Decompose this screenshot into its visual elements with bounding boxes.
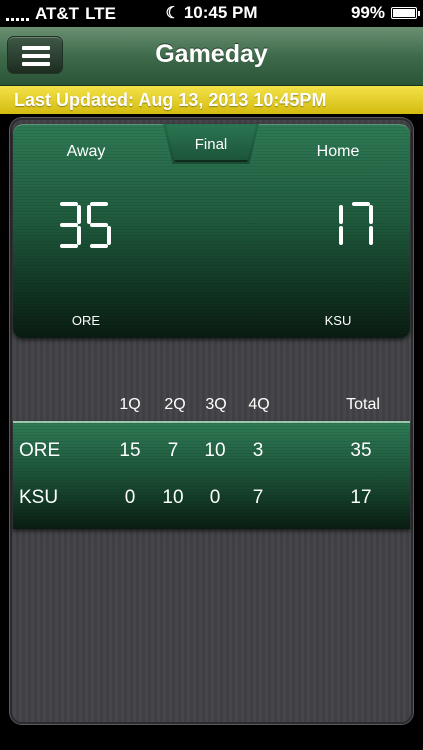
row-team: KSU xyxy=(19,487,59,508)
row-team: ORE xyxy=(19,440,61,461)
score-digit xyxy=(349,202,373,248)
digit-segment xyxy=(90,223,108,227)
away-score xyxy=(57,202,111,254)
row-q4: 7 xyxy=(252,487,264,508)
header-total: Total xyxy=(346,396,380,413)
digit-segment xyxy=(87,205,91,224)
digit-segment xyxy=(352,202,370,206)
digit-segment xyxy=(339,205,343,224)
nav-bar: Gameday xyxy=(0,27,423,86)
score-digit xyxy=(57,202,81,248)
score-digit xyxy=(87,202,111,248)
battery-percent: 99% xyxy=(350,3,385,22)
digit-segment xyxy=(369,205,373,224)
scoreboard: Final Away Home ORE KSU xyxy=(13,124,410,338)
row-q1: 0 xyxy=(124,487,136,508)
digit-segment xyxy=(339,226,343,245)
battery-icon xyxy=(391,7,420,19)
box-score-header: 1Q 2Q 3Q 4Q Total xyxy=(10,396,413,418)
header-2q: 2Q xyxy=(164,396,186,413)
digit-segment xyxy=(60,244,78,248)
table-row: ORE 15 7 10 3 35 xyxy=(13,440,410,470)
digit-segment xyxy=(77,205,81,224)
last-updated-banner: Last Updated: Aug 13, 2013 10:45PM xyxy=(0,86,423,114)
row-total: 17 xyxy=(350,487,372,508)
moon-icon: ☾ xyxy=(165,5,180,22)
game-status: Final xyxy=(194,136,228,153)
table-row: KSU 0 10 0 7 17 xyxy=(13,487,410,517)
header-4q: 4Q xyxy=(248,396,270,413)
row-q2: 7 xyxy=(167,440,179,461)
digit-segment xyxy=(77,226,81,245)
away-team: ORE xyxy=(71,313,101,328)
header-3q: 3Q xyxy=(205,396,227,413)
row-q4: 3 xyxy=(252,440,264,461)
digit-segment xyxy=(60,202,78,206)
status-time: 10:45 PM xyxy=(183,3,258,22)
header-1q: 1Q xyxy=(119,396,141,413)
row-total: 35 xyxy=(350,440,372,461)
box-score-table: ORE 15 7 10 3 35 KSU 0 10 0 7 17 xyxy=(13,421,410,529)
status-right: 99% xyxy=(350,3,420,23)
status-bar: AT&T LTE ☾ 10:45 PM 99% xyxy=(0,0,423,27)
digit-segment xyxy=(369,226,373,245)
home-label: Home xyxy=(316,143,360,160)
battery-fill xyxy=(393,9,415,17)
digit-segment xyxy=(107,226,111,245)
row-q2: 10 xyxy=(162,487,184,508)
row-q3: 0 xyxy=(209,487,221,508)
home-score xyxy=(319,202,373,254)
main-panel: Final Away Home ORE KSU 1Q 2Q 3Q 4Q Tota… xyxy=(10,118,413,724)
row-q1: 15 xyxy=(119,440,141,461)
home-team: KSU xyxy=(324,313,352,328)
digit-segment xyxy=(60,223,78,227)
page-title: Gameday xyxy=(155,40,268,68)
digit-segment xyxy=(90,244,108,248)
row-q3: 10 xyxy=(204,440,226,461)
away-label: Away xyxy=(66,143,106,160)
score-digit xyxy=(319,202,343,248)
digit-segment xyxy=(90,202,108,206)
